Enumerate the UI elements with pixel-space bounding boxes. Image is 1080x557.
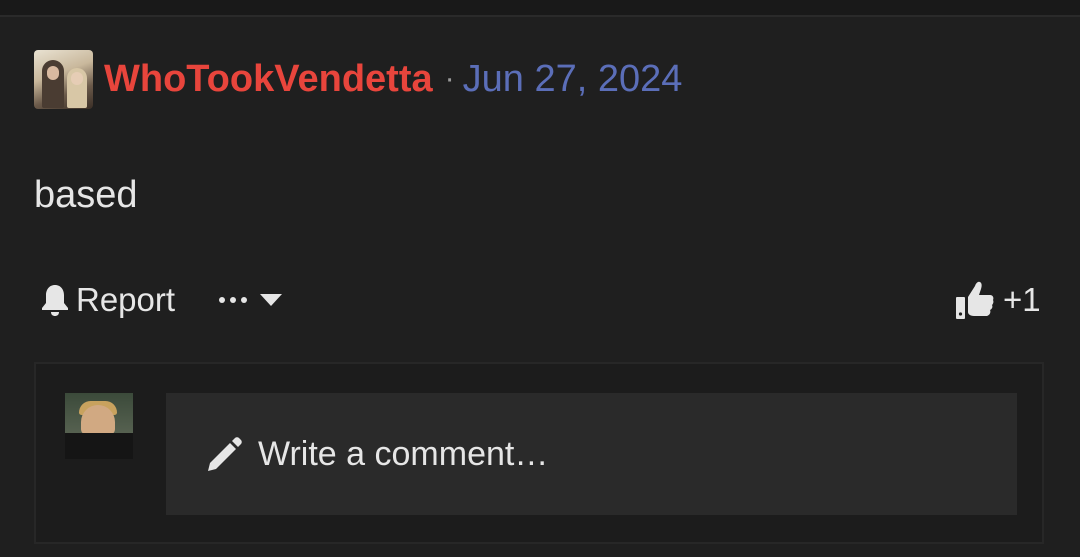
report-label: Report: [76, 281, 176, 318]
report-button[interactable]: Report: [40, 281, 175, 319]
ellipsis-icon: [219, 297, 248, 303]
comment-composer: Write a comment…: [34, 362, 1044, 544]
post-card: WhoTookVendetta · Jun 27, 2024 based Rep…: [0, 17, 1080, 557]
comment-placeholder: Write a comment…: [258, 434, 549, 473]
post-body: based: [34, 174, 138, 216]
author-avatar[interactable]: [34, 50, 93, 109]
post-meta: WhoTookVendetta · Jun 27, 2024: [104, 55, 682, 103]
like-count: +1: [1003, 281, 1041, 318]
like-button[interactable]: +1: [955, 275, 1041, 325]
thumbs-up-icon: [956, 281, 994, 319]
meta-separator: ·: [444, 62, 455, 95]
more-options-button[interactable]: [219, 293, 283, 307]
comment-input[interactable]: Write a comment…: [166, 393, 1017, 515]
caret-down-icon: [260, 294, 283, 306]
pencil-icon: [208, 437, 242, 471]
post-date[interactable]: Jun 27, 2024: [463, 58, 683, 101]
author-username[interactable]: WhoTookVendetta: [104, 58, 433, 101]
post-actions: Report: [40, 275, 283, 325]
bell-icon: [42, 285, 68, 316]
top-divider: [0, 0, 1080, 17]
current-user-avatar: [65, 393, 133, 459]
